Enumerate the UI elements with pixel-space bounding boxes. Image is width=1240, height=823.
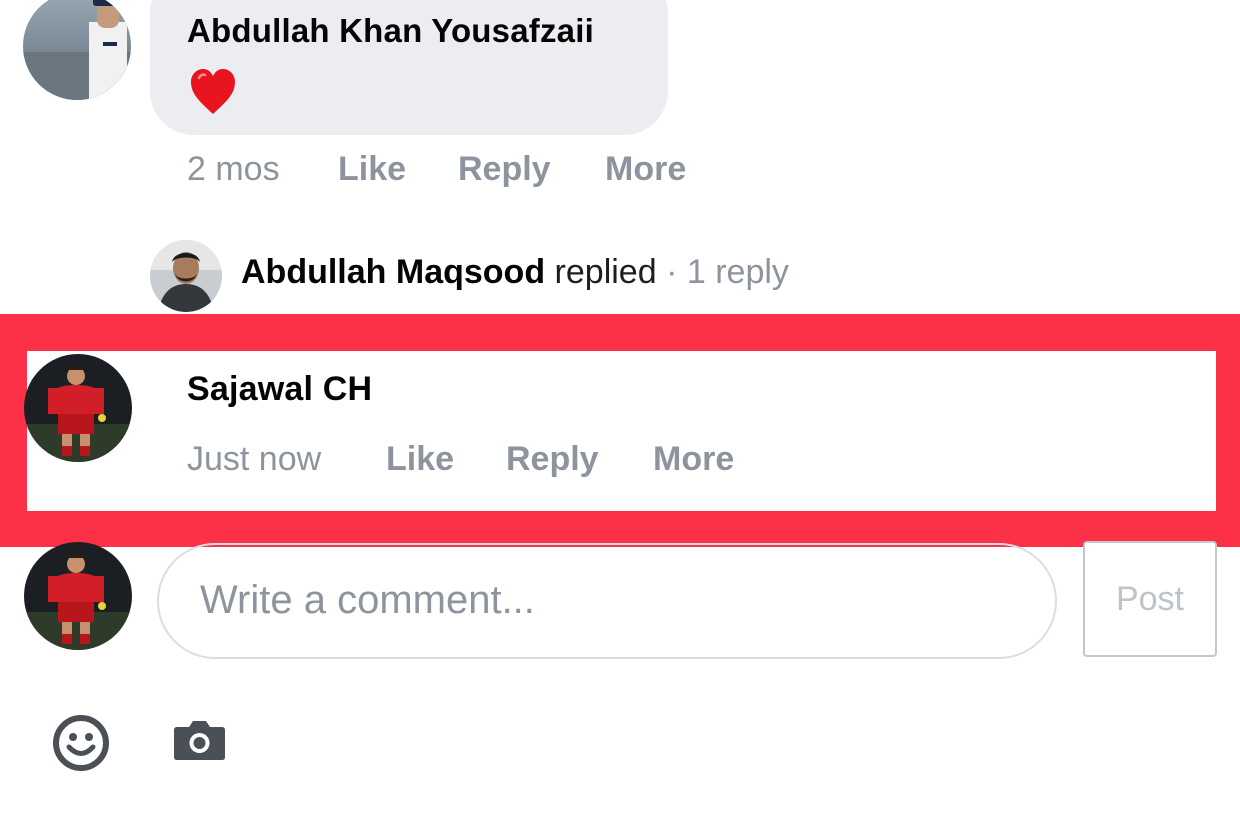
avatar-photo	[23, 0, 131, 100]
more-button[interactable]: More	[653, 440, 734, 479]
comment-author[interactable]: Sajawal CH	[187, 370, 372, 409]
replies-separator: ·	[666, 253, 678, 291]
comment-timestamp: Just now	[187, 440, 322, 478]
replier-name: Abdullah Maqsood	[241, 253, 546, 291]
smiley-icon[interactable]	[52, 714, 110, 772]
avatar-abdullah-maqsood[interactable]	[150, 240, 222, 312]
comment-input-placeholder: Write a comment...	[200, 578, 535, 622]
avatar-photo	[150, 240, 222, 312]
comment-timestamp: 2 mos	[187, 150, 280, 188]
replied-word: replied	[554, 253, 657, 291]
like-button[interactable]: Like	[386, 440, 454, 479]
camera-icon[interactable]	[173, 719, 226, 761]
avatar-sajawal[interactable]	[24, 354, 132, 462]
avatar-current-user	[24, 542, 132, 650]
comment-author[interactable]: Abdullah Khan Yousafzaii	[187, 12, 594, 50]
reply-button[interactable]: Reply	[458, 150, 551, 189]
post-button[interactable]: Post	[1083, 541, 1217, 657]
reply-count: 1 reply	[686, 253, 789, 291]
heart-emoji-icon	[190, 68, 236, 116]
replies-summary[interactable]: Abdullah Maqsood replied · 1 reply	[241, 253, 789, 292]
more-button[interactable]: More	[605, 150, 686, 189]
like-button[interactable]: Like	[338, 150, 406, 189]
reply-button[interactable]: Reply	[506, 440, 599, 479]
avatar-photo	[24, 542, 132, 650]
avatar-photo	[24, 354, 132, 462]
avatar-abdullah-khan[interactable]	[23, 0, 131, 100]
